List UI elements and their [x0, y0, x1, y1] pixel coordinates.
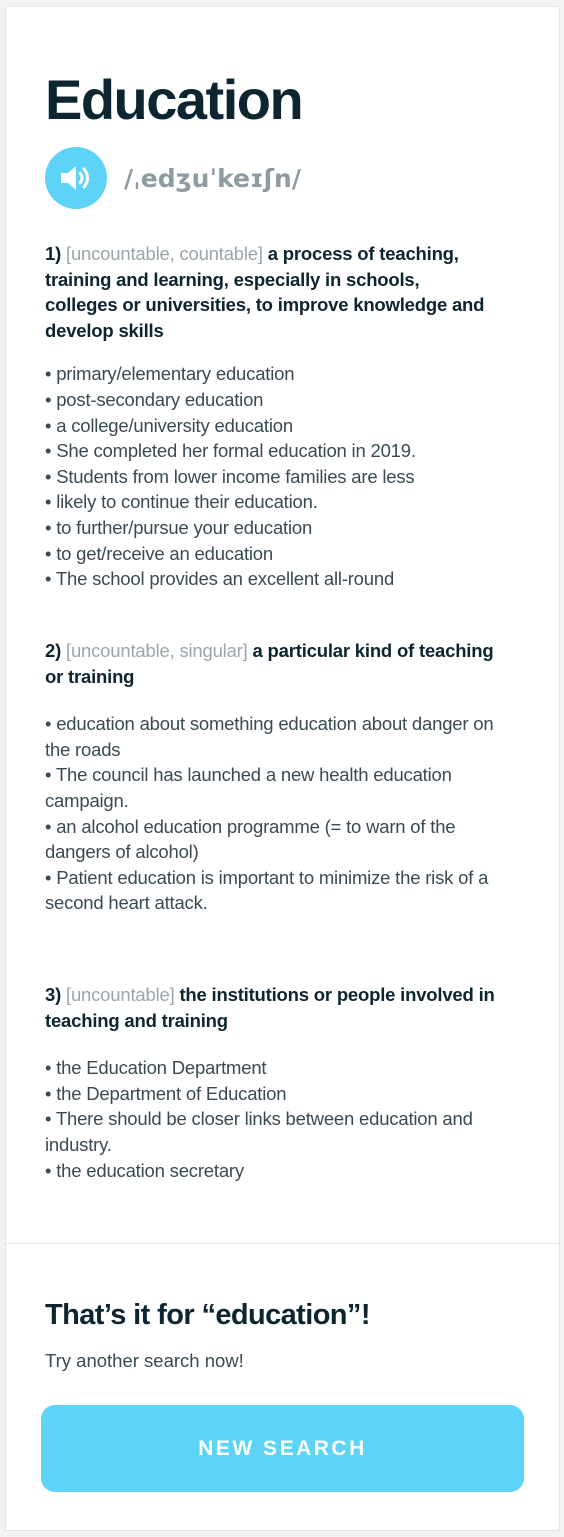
example-item: • Students from lower income families ar…	[45, 465, 415, 487]
definition-card: Education /ˌedʒuˈkeɪʃn/ 1) [uncountable,…	[5, 6, 560, 1531]
example-item: • to get/receive an education	[45, 542, 273, 564]
example-list: • primary/elementary education • post-se…	[45, 361, 495, 591]
word-title: Education	[45, 68, 304, 131]
sense-number: 3)	[45, 984, 62, 1005]
sense-number: 1)	[45, 243, 62, 264]
speaker-icon	[61, 166, 89, 190]
example-item: • a college/university education	[45, 414, 293, 436]
example-item: • an alcohol education programme (= to w…	[45, 815, 456, 863]
example-item: • There should be closer links between e…	[45, 1108, 473, 1155]
example-list: • the Education Department • the Departm…	[45, 1055, 495, 1183]
example-item: • She completed her formal education in …	[45, 440, 416, 462]
pronunciation-text: /ˌedʒuˈkeɪʃn/	[124, 164, 301, 193]
new-search-button[interactable]: NEW SEARCH	[41, 1405, 524, 1492]
sense-2: 2) [uncountable, singular] a particular …	[45, 638, 495, 916]
section-divider	[6, 1243, 559, 1244]
example-item: • Patient education is important to mini…	[45, 866, 489, 914]
example-item: • the Education Department	[45, 1057, 267, 1079]
grammar-label: [uncountable]	[66, 984, 175, 1005]
example-item: • to further/pursue your education	[45, 516, 313, 538]
sense-1: 1) [uncountable, countable] a process of…	[45, 241, 495, 592]
example-item: • The council has launched a new health …	[45, 764, 452, 811]
example-item: • likely to continue their education.	[45, 491, 318, 513]
sense-definition: 1) [uncountable, countable] a process of…	[45, 241, 495, 343]
example-list: • education about something education ab…	[45, 711, 495, 916]
example-item: • the Department of Education	[45, 1082, 287, 1104]
end-of-results-subtitle: Try another search now!	[45, 1350, 244, 1371]
grammar-label: [uncountable, countable]	[66, 243, 263, 264]
example-item: • the education secretary	[45, 1159, 244, 1181]
play-pronunciation-button[interactable]	[45, 147, 107, 209]
example-item: • post-secondary education	[45, 388, 264, 410]
example-item: • education about something education ab…	[45, 713, 494, 760]
end-of-results-title: That’s it for “education”!	[45, 1299, 370, 1331]
grammar-label: [uncountable, singular]	[66, 640, 248, 661]
sense-3: 3) [uncountable] the institutions or peo…	[45, 982, 495, 1183]
sense-number: 2)	[45, 640, 62, 661]
sense-definition: 3) [uncountable] the institutions or peo…	[45, 982, 495, 1033]
example-item: • The school provides an excellent all-r…	[45, 568, 395, 590]
sense-definition: 2) [uncountable, singular] a particular …	[45, 638, 495, 689]
example-item: • primary/elementary education	[45, 363, 295, 385]
